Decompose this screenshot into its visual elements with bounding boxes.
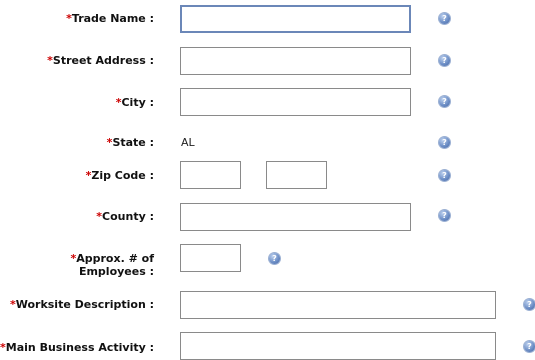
street-address-help-icon[interactable]: ?: [439, 55, 450, 66]
trade-name-label: *Trade Name :: [66, 12, 154, 25]
state-help-icon[interactable]: ?: [439, 137, 450, 148]
zip-code-help-icon[interactable]: ?: [439, 170, 450, 181]
main-business-activity-help-icon[interactable]: ?: [524, 341, 535, 352]
worksite-description-label: *Worksite Description :: [9, 298, 154, 311]
zip-extension-input[interactable]: [266, 161, 327, 189]
county-label: *County :: [96, 210, 154, 223]
city-help-icon[interactable]: ?: [439, 96, 450, 107]
street-address-input[interactable]: [180, 47, 411, 75]
main-business-activity-input[interactable]: [180, 332, 496, 360]
city-input[interactable]: [180, 88, 411, 116]
worksite-description-input[interactable]: [180, 291, 496, 319]
zip-code-input[interactable]: [180, 161, 241, 189]
main-business-activity-label: *Main Business Activity :: [0, 341, 154, 354]
employees-input[interactable]: [180, 244, 241, 272]
city-label: *City :: [115, 96, 154, 109]
employees-label: *Approx. # of Employees :: [70, 252, 154, 278]
worksite-description-help-icon[interactable]: ?: [524, 299, 535, 310]
state-label: *State :: [106, 136, 154, 149]
trade-name-input[interactable]: [180, 5, 411, 33]
street-address-label: *Street Address :: [47, 54, 154, 67]
county-input[interactable]: [180, 203, 411, 231]
employees-help-icon[interactable]: ?: [269, 253, 280, 264]
zip-code-label: *Zip Code :: [85, 169, 154, 182]
county-help-icon[interactable]: ?: [439, 210, 450, 221]
state-value: AL: [181, 136, 195, 149]
trade-name-help-icon[interactable]: ?: [439, 13, 450, 24]
